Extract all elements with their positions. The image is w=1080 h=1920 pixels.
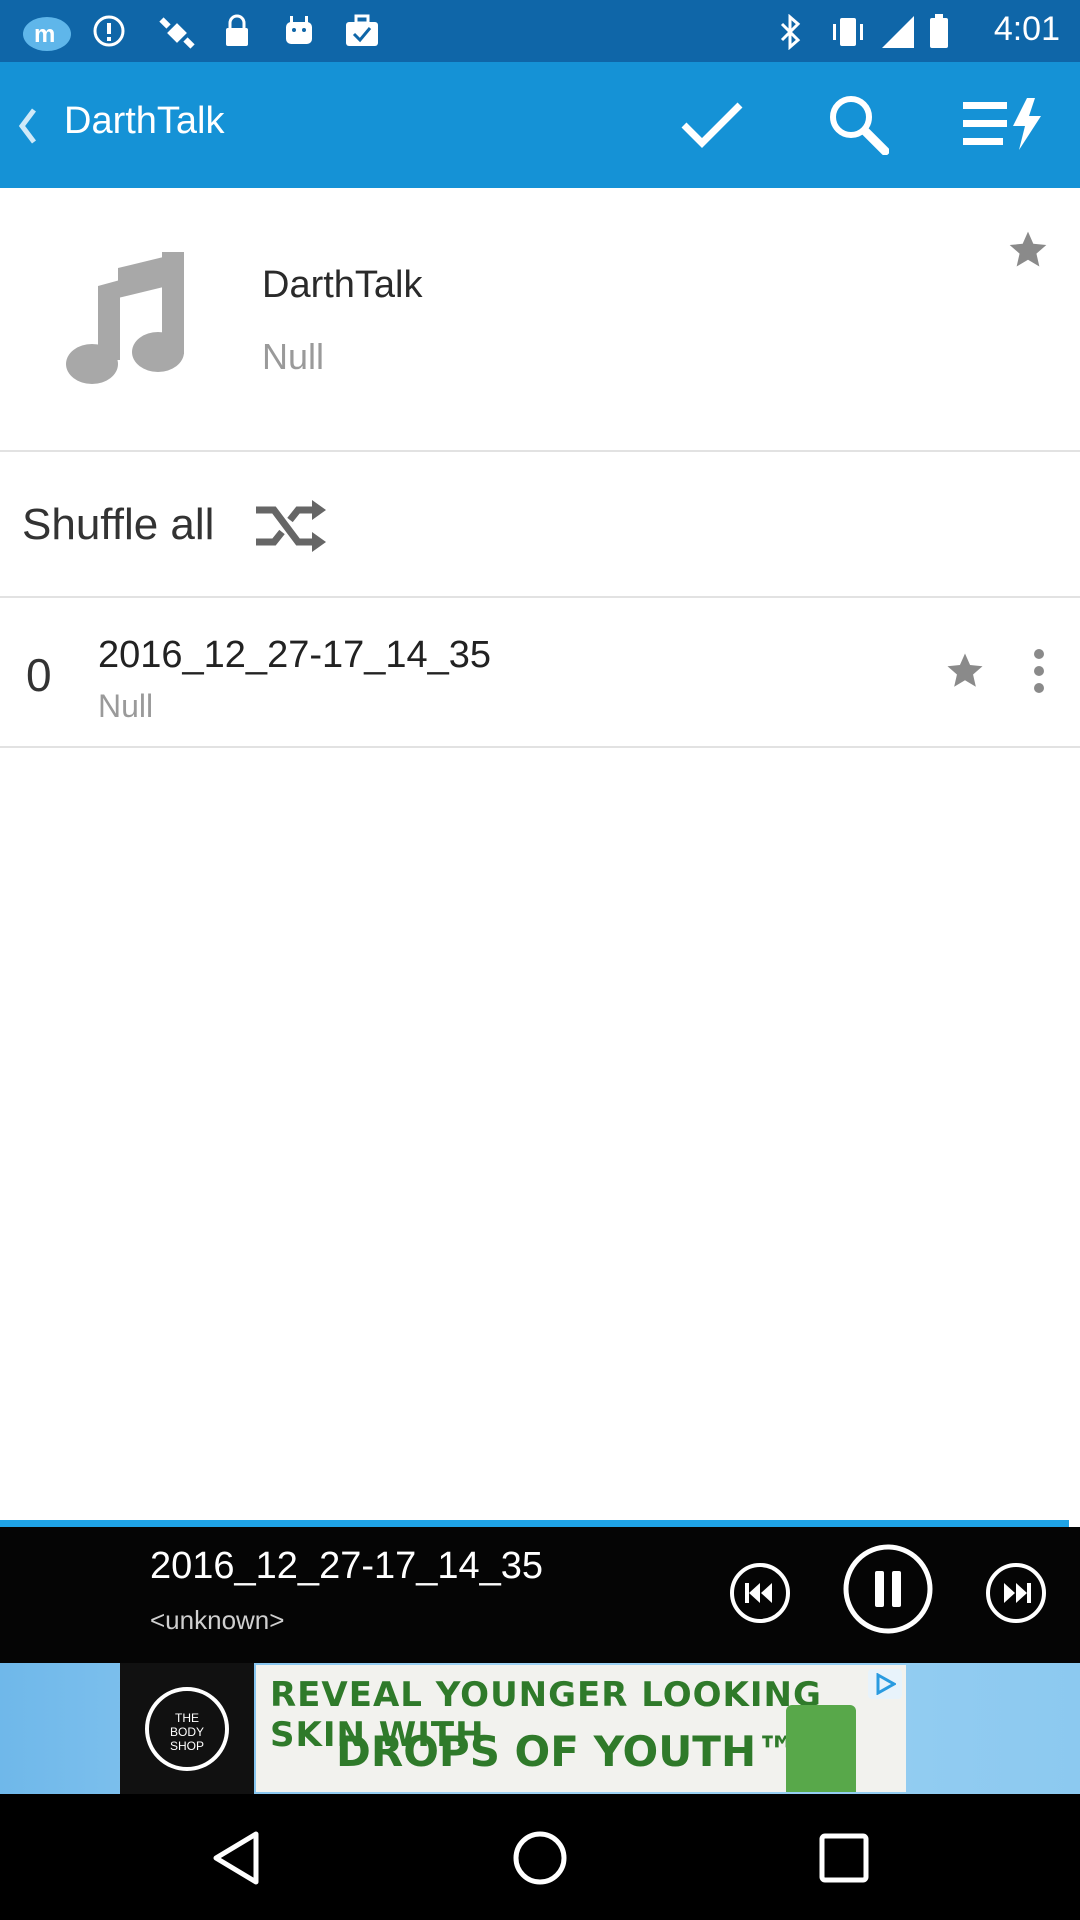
- back-chevron-icon[interactable]: [14, 106, 42, 146]
- status-time: 4:01: [993, 10, 1060, 48]
- svg-text:m: m: [34, 21, 55, 48]
- recents-square-icon: [814, 1828, 874, 1893]
- check-icon: [680, 99, 744, 154]
- shuffle-all-row[interactable]: Shuffle all: [0, 452, 1080, 598]
- svg-text:SHOP: SHOP: [170, 1739, 204, 1753]
- battery-icon: [928, 14, 962, 48]
- track-title: 2016_12_27-17_14_35: [98, 634, 492, 676]
- app-m-icon: m: [22, 14, 71, 51]
- app-bar: DarthTalk: [0, 62, 1080, 188]
- alert-icon: [92, 14, 126, 48]
- track-subtitle: Null: [98, 688, 154, 724]
- shuffle-icon: [254, 496, 328, 556]
- rewind-icon: [728, 1561, 792, 1630]
- home-circle-icon: [510, 1828, 570, 1893]
- bluetooth-icon: [776, 13, 810, 51]
- ad-tagline: DROPS OF YOUTH™: [336, 1727, 799, 1776]
- shuffle-all-label: Shuffle all: [22, 500, 215, 549]
- nav-back-button[interactable]: [198, 1822, 274, 1898]
- player-track-artist: <unknown>: [150, 1605, 285, 1635]
- track-star-icon[interactable]: [944, 650, 986, 692]
- android-icon: [282, 14, 316, 48]
- rewind-button[interactable]: [728, 1561, 792, 1630]
- track-number: 0: [26, 649, 52, 701]
- nav-home-button[interactable]: [502, 1822, 578, 1898]
- svg-text:BODY: BODY: [170, 1725, 204, 1739]
- favorite-star-icon[interactable]: [1006, 228, 1050, 272]
- fast-forward-icon: [984, 1561, 1048, 1630]
- more-options-icon[interactable]: [1024, 648, 1054, 694]
- queue-button[interactable]: [962, 90, 1042, 162]
- page-title: DarthTalk: [64, 100, 225, 142]
- track-row[interactable]: 0 2016_12_27-17_14_35 Null: [0, 598, 1080, 748]
- queue-icon: [961, 96, 1043, 157]
- pause-icon: [842, 1543, 934, 1640]
- briefcase-check-icon: [344, 14, 378, 48]
- status-bar: m 4:01: [0, 0, 1080, 62]
- music-note-icon: [62, 248, 192, 388]
- ad-choices-icon[interactable]: [868, 1669, 902, 1699]
- nav-recents-button[interactable]: [806, 1822, 882, 1898]
- fast-forward-button[interactable]: [984, 1561, 1048, 1630]
- svg-text:THE: THE: [175, 1711, 199, 1725]
- search-icon: [827, 93, 890, 160]
- product-bottle-image: [786, 1705, 856, 1792]
- check-button[interactable]: [672, 90, 752, 162]
- fake-gps-icon: [158, 14, 195, 49]
- playback-progress-bar[interactable]: [0, 1520, 1069, 1527]
- playlist-title: DarthTalk: [262, 264, 423, 306]
- system-nav-bar: [0, 1794, 1080, 1920]
- search-button[interactable]: [818, 90, 898, 162]
- playlist-subtitle: Null: [262, 336, 325, 377]
- ad-creative[interactable]: REVEAL YOUNGER LOOKING SKIN WITH DROPS O…: [256, 1665, 906, 1792]
- vibrate-icon: [830, 14, 864, 48]
- pause-button[interactable]: [842, 1543, 934, 1640]
- mini-player[interactable]: 2016_12_27-17_14_35 <unknown>: [0, 1527, 1080, 1663]
- lock-icon: [222, 14, 256, 48]
- back-triangle-icon: [206, 1828, 266, 1893]
- body-shop-logo: THE BODY SHOP: [120, 1663, 254, 1794]
- signal-icon: [880, 14, 914, 48]
- player-track-title: 2016_12_27-17_14_35: [150, 1545, 544, 1587]
- ad-banner[interactable]: THE BODY SHOP REVEAL YOUNGER LOOKING SKIN …: [0, 1663, 1080, 1794]
- playlist-header: DarthTalk Null: [0, 188, 1080, 452]
